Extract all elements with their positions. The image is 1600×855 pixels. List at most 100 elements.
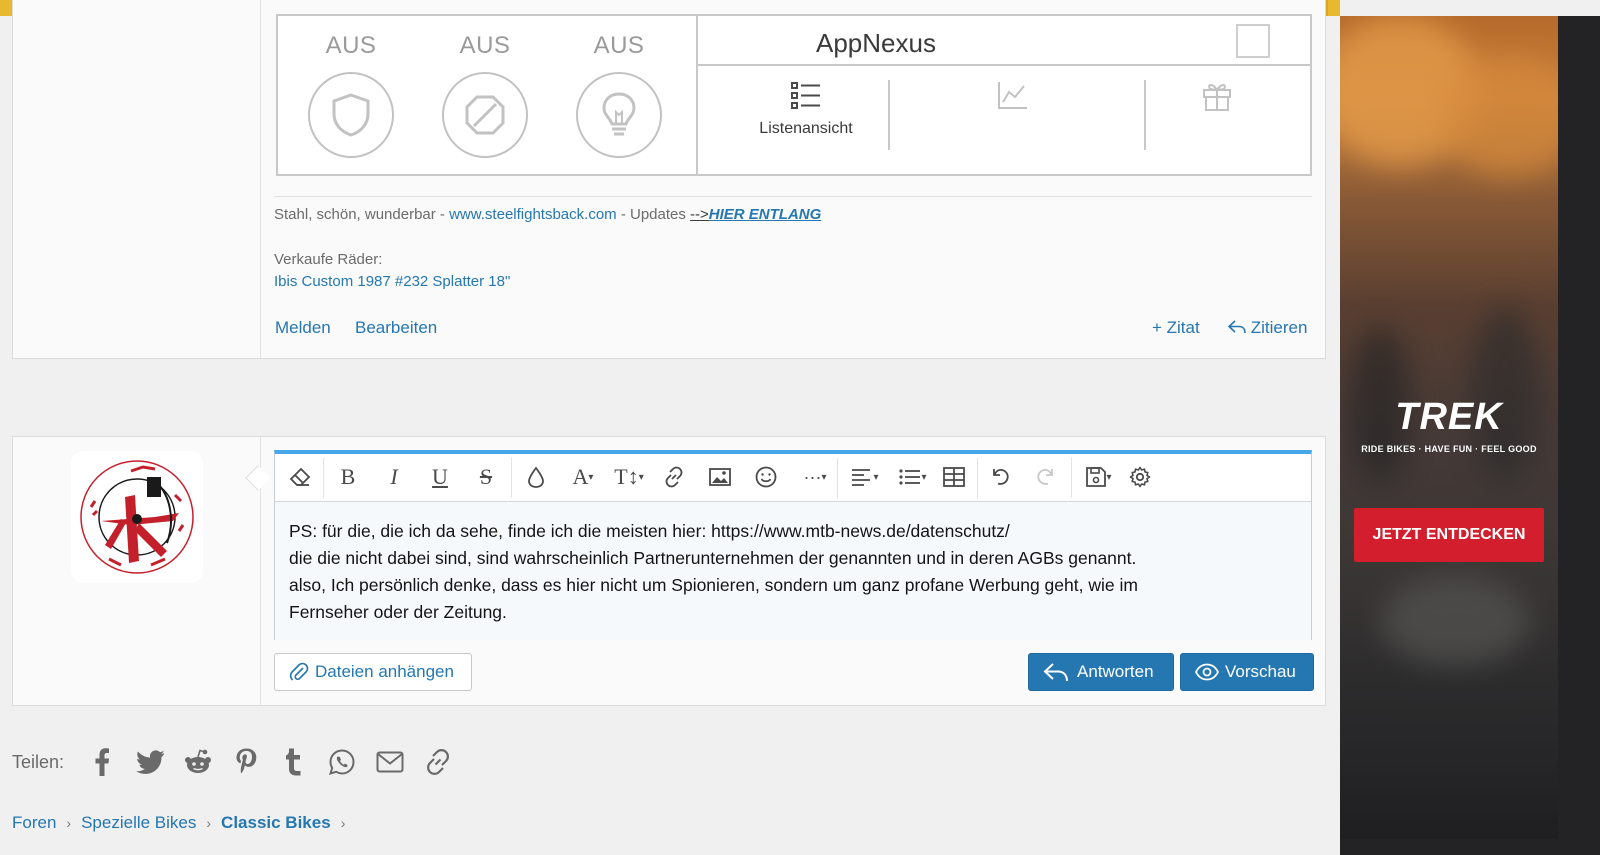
list-icon[interactable]: ▾ [893, 462, 933, 492]
redo-icon[interactable] [1031, 462, 1061, 492]
block-toggle[interactable] [442, 72, 528, 158]
font-size-icon[interactable]: T↕ ▾ [609, 462, 649, 492]
reply-button[interactable]: Antworten [1028, 653, 1174, 691]
signature-hier-link[interactable]: HIER ENTLANG [709, 206, 822, 223]
chevron-right-icon: › [66, 815, 72, 831]
paperclip-icon [289, 662, 309, 681]
toolbar-separator [977, 458, 978, 498]
gift-icon [1203, 84, 1231, 111]
emoji-icon[interactable] [751, 462, 781, 492]
twitter-icon[interactable] [126, 744, 174, 780]
side-ad-frame [1340, 839, 1558, 855]
reddit-icon[interactable] [174, 744, 222, 780]
breadcrumb-classic-bikes[interactable]: Classic Bikes [221, 813, 331, 833]
lightbulb-toggle[interactable] [576, 72, 662, 158]
signature-arrow-link[interactable]: --> [690, 206, 709, 223]
signature-separator [274, 196, 1312, 197]
image-icon[interactable] [705, 462, 735, 492]
tab-statistics[interactable] [988, 80, 1038, 180]
status-label: AUS [593, 32, 645, 59]
tab-divider [1144, 80, 1146, 150]
toolbar-separator [837, 458, 838, 498]
preview-label: Vorschau [1225, 662, 1296, 681]
toolbar-separator [1071, 458, 1072, 498]
italic-icon[interactable]: I [379, 462, 409, 492]
vendor-name: AppNexus [816, 28, 936, 58]
ad-background-shape [1380, 576, 1530, 666]
ad-tagline: RIDE BIKES · HAVE FUN · FEEL GOOD [1361, 444, 1537, 454]
tumblr-icon[interactable] [270, 744, 318, 780]
shield-toggle[interactable] [308, 72, 394, 158]
signature-sell-item-link[interactable]: Ibis Custom 1987 #232 Splatter 18" [274, 273, 510, 290]
breadcrumb-forums[interactable]: Foren [12, 813, 56, 833]
editor-line: Fernseher oder der Zeitung. [289, 602, 507, 622]
attach-files-button[interactable]: Dateien anhängen [274, 653, 472, 691]
reply-arrow-icon [1227, 320, 1246, 334]
side-ad-frame [1558, 16, 1600, 855]
quote-link[interactable]: Zitieren [1227, 318, 1307, 338]
strikethrough-icon[interactable]: S [471, 462, 501, 492]
undo-icon[interactable] [985, 462, 1015, 492]
multiquote-link[interactable]: + Zitat [1152, 318, 1200, 338]
settings-icon[interactable] [1125, 462, 1155, 492]
editor-toolbar: B I U S A ▾ T↕ ▾ ··· ▾ ▾ ▾ ▾ [275, 454, 1311, 502]
table-icon[interactable] [939, 462, 969, 492]
underline-icon[interactable]: U [425, 462, 455, 492]
status-label: AUS [325, 32, 377, 59]
avatar[interactable] [71, 451, 203, 583]
signature-prefix: Stahl, schön, wunderbar - [274, 206, 450, 223]
align-icon[interactable]: ▾ [845, 462, 885, 492]
steelfightsback-logo [77, 457, 197, 577]
post-user-cell [13, 0, 261, 358]
font-family-icon[interactable]: A ▾ [565, 462, 601, 492]
color-drop-icon[interactable] [521, 462, 551, 492]
eraser-icon[interactable] [285, 462, 315, 492]
breadcrumb-special-bikes[interactable]: Spezielle Bikes [81, 813, 196, 833]
editor-line: also, Ich persönlich denke, dass es hier… [289, 575, 1138, 595]
consent-toggles: AUS AUS AUS [278, 16, 698, 174]
toolbar-separator [511, 458, 512, 498]
signature-line: Stahl, schön, wunderbar - www.steelfight… [274, 206, 821, 223]
breadcrumb: Foren › Spezielle Bikes › Classic Bikes … [12, 813, 355, 833]
chevron-right-icon: › [206, 815, 212, 831]
pinterest-icon[interactable] [222, 744, 270, 780]
side-advertisement[interactable]: TREK RIDE BIKES · HAVE FUN · FEEL GOOD J… [1340, 16, 1558, 839]
vendor-header: AppNexus [698, 16, 1310, 66]
email-icon[interactable] [366, 744, 414, 780]
reply-user-cell [13, 437, 271, 705]
drafts-icon[interactable]: ▾ [1079, 462, 1119, 492]
link-icon[interactable] [414, 744, 462, 780]
tab-benefits[interactable] [1192, 80, 1242, 180]
attach-files-label: Dateien anhängen [315, 662, 454, 681]
shield-icon [332, 93, 370, 137]
whatsapp-icon[interactable] [318, 744, 366, 780]
facebook-icon[interactable] [78, 744, 126, 780]
vendor-tabs: Listenansicht [698, 68, 1310, 174]
tab-list-label: Listenansicht [759, 120, 853, 137]
tab-divider [888, 80, 890, 150]
signature-sell-label: Verkaufe Räder: [274, 251, 383, 268]
editor-content[interactable]: PS: für die, die ich da sehe, finde ich … [275, 502, 1311, 640]
signature-site-link[interactable]: www.steelfightsback.com [449, 206, 617, 223]
vendor-checkbox[interactable] [1236, 24, 1270, 58]
signature-middle: - Updates [616, 206, 691, 223]
link-icon[interactable] [659, 462, 689, 492]
share-label: Teilen: [12, 751, 65, 772]
more-icon[interactable]: ··· ▾ [795, 462, 835, 492]
rich-text-editor: B I U S A ▾ T↕ ▾ ··· ▾ ▾ ▾ ▾ PS: für die… [274, 450, 1312, 640]
preview-button[interactable]: Vorschau [1180, 653, 1314, 691]
edit-link[interactable]: Bearbeiten [355, 318, 437, 338]
eye-icon [1195, 663, 1219, 681]
trek-logo: TREK [1395, 396, 1503, 438]
bold-icon[interactable]: B [333, 462, 363, 492]
ad-cta-button[interactable]: JETZT ENTDECKEN [1354, 508, 1544, 562]
editor-line: die die nicht dabei sind, sind wahrschei… [289, 548, 1137, 568]
list-icon [791, 82, 820, 109]
tab-list-view[interactable]: Listenansicht [738, 80, 874, 180]
chevron-right-icon: › [340, 815, 346, 831]
reply-label: Antworten [1077, 662, 1154, 681]
share-bar: Teilen: [12, 744, 462, 780]
report-link[interactable]: Melden [275, 318, 331, 338]
reply-icon [1043, 663, 1068, 682]
consent-widget: AUS AUS AUS AppNexus Listenansicht [276, 14, 1312, 176]
